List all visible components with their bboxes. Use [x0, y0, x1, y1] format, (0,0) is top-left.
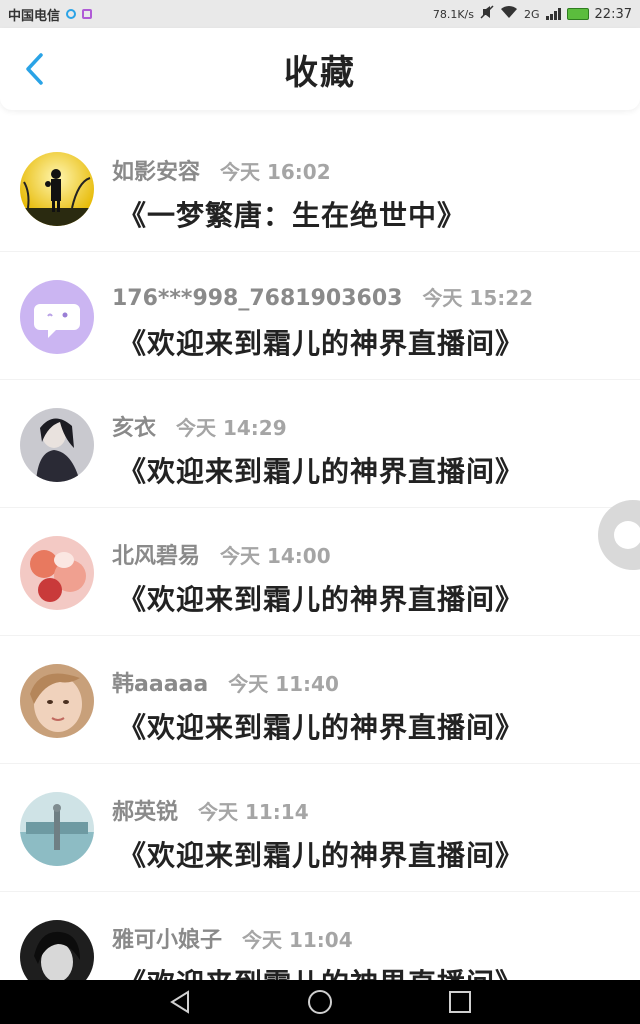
square-recents-icon	[449, 991, 471, 1013]
status-right: 78.1K/s 2G 22:37	[433, 5, 632, 23]
list-item[interactable]: 雅可小娘子 今天 11:04 《欢迎来到霜儿的神界直播间》	[0, 892, 640, 980]
room-title: 《欢迎来到霜儿的神界直播间》	[118, 583, 525, 616]
portrait-avatar	[20, 408, 94, 482]
timestamp: 今天 11:14	[198, 800, 309, 824]
user-name: 亥衣	[112, 416, 157, 441]
circle-home-icon	[308, 990, 332, 1014]
app-notification-icon	[82, 9, 93, 19]
nav-back-button[interactable]	[160, 982, 200, 1022]
silhouette-avatar	[20, 152, 94, 226]
room-title: 《欢迎来到霜儿的神界直播间》	[118, 839, 525, 872]
page-title: 收藏	[284, 52, 356, 93]
user-name: 北风碧易	[112, 544, 201, 569]
timestamp: 今天 14:00	[220, 544, 331, 568]
room-title: 《欢迎来到霜儿的神界直播间》	[118, 455, 525, 488]
carrier-label: 中国电信	[8, 8, 61, 24]
nav-home-button[interactable]	[300, 982, 340, 1022]
room-title: 《一梦繁唐：生在绝世中》	[118, 199, 467, 232]
timestamp: 今天 16:02	[220, 160, 331, 184]
user-name: 176***998_7681903603	[112, 286, 403, 311]
user-name: 如影安容	[112, 160, 201, 185]
scenery-avatar	[20, 792, 94, 866]
timestamp: 今天 11:04	[242, 928, 353, 952]
list-item[interactable]: 郝英锐 今天 11:14 《欢迎来到霜儿的神界直播间》	[0, 764, 640, 892]
child-avatar	[20, 664, 94, 738]
user-name: 雅可小娘子	[112, 928, 223, 953]
assistive-dot-icon	[614, 521, 640, 549]
chevron-left-icon	[26, 53, 43, 85]
list-item[interactable]: 亥衣 今天 14:29 《欢迎来到霜儿的神界直播间》	[0, 380, 640, 508]
list-item[interactable]: 176***998_7681903603 今天 15:22 《欢迎来到霜儿的神界…	[0, 252, 640, 380]
list-item[interactable]: 韩aaaaa 今天 11:40 《欢迎来到霜儿的神界直播间》	[0, 636, 640, 764]
chat-bubble-avatar	[20, 280, 94, 354]
timestamp: 今天 11:40	[228, 672, 339, 696]
signal-icon	[545, 8, 561, 20]
user-name: 郝英锐	[112, 800, 179, 825]
item-meta: 雅可小娘子 今天 11:04	[112, 922, 353, 954]
timestamp: 今天 15:22	[422, 286, 534, 310]
battery-icon	[566, 8, 589, 20]
nav-recents-button[interactable]	[440, 982, 480, 1022]
mute-icon	[480, 5, 494, 23]
net-speed: 78.1K/s	[432, 7, 474, 21]
item-meta: 亥衣 今天 14:29	[112, 410, 287, 442]
item-meta: 如影安容 今天 16:02	[112, 154, 331, 186]
clock: 22:37	[594, 6, 632, 22]
room-title: 《欢迎来到霜儿的神界直播间》	[118, 711, 525, 744]
room-title: 《欢迎来到霜儿的神界直播间》	[118, 327, 525, 360]
bw-portrait-avatar	[20, 920, 94, 980]
network-type: 2G	[524, 7, 540, 21]
list-item[interactable]: 北风碧易 今天 14:00 《欢迎来到霜儿的神界直播间》	[0, 508, 640, 636]
floral-avatar	[20, 536, 94, 610]
item-meta: 北风碧易 今天 14:00	[112, 538, 331, 570]
item-meta: 郝英锐 今天 11:14	[112, 794, 309, 826]
timestamp: 今天 14:29	[176, 416, 287, 440]
item-meta: 176***998_7681903603 今天 15:22	[112, 282, 533, 311]
favorites-list: 如影安容 今天 16:02 《一梦繁唐：生在绝世中》 176***998_768…	[0, 124, 640, 980]
status-bar: 中国电信 78.1K/s 2G 22:37	[0, 0, 640, 28]
back-button[interactable]	[16, 44, 52, 94]
status-left: 中国电信	[8, 5, 93, 24]
header-bar: 收藏	[0, 28, 640, 110]
room-title: 《欢迎来到霜儿的神界直播间》	[118, 962, 524, 980]
triangle-back-icon	[170, 990, 189, 1014]
wifi-icon	[500, 5, 518, 23]
item-meta: 韩aaaaa 今天 11:40	[112, 666, 339, 698]
system-nav-bar	[0, 980, 640, 1024]
list-item[interactable]: 如影安容 今天 16:02 《一梦繁唐：生在绝世中》	[0, 124, 640, 252]
sync-icon	[66, 9, 77, 19]
user-name: 韩aaaaa	[112, 672, 209, 697]
